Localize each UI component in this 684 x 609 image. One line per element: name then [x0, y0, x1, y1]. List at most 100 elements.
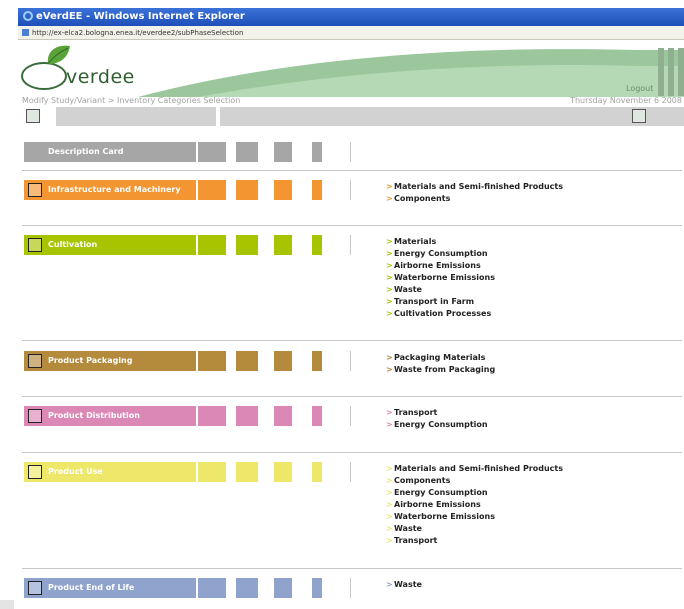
infrastructure-machinery-block-1[interactable] — [198, 180, 226, 200]
subcategory-link[interactable]: >Waste from Packaging — [386, 364, 495, 376]
product-use-block-4[interactable] — [312, 462, 322, 482]
address-url[interactable]: http://ex-elca2.bologna.enea.it/everdee2… — [32, 29, 243, 37]
subcategory-link[interactable]: >Airborne Emissions — [386, 260, 495, 272]
cultivation-label[interactable]: Cultivation — [24, 235, 196, 255]
subcategory-link[interactable]: >Waterborne Emissions — [386, 511, 563, 523]
subcategory-link[interactable]: >Transport — [386, 407, 488, 419]
product-distribution-block-1[interactable] — [198, 406, 226, 426]
cultivation-block-4[interactable] — [312, 235, 322, 255]
product-use-label[interactable]: Product Use — [24, 462, 196, 482]
product-use-items: >Materials and Semi-finished Products >Co… — [386, 463, 563, 547]
subcategory-link[interactable]: >Transport in Farm — [386, 296, 495, 308]
product-packaging-block-1[interactable] — [198, 351, 226, 371]
chevron-right-icon: > — [386, 524, 393, 533]
subcategory-link[interactable]: >Waste — [386, 284, 495, 296]
product-distribution-separator — [350, 406, 351, 426]
product-packaging-block-3[interactable] — [274, 351, 292, 371]
subcategory-link[interactable]: >Materials and Semi-finished Products — [386, 463, 563, 475]
subcategory-link[interactable]: >Materials — [386, 236, 495, 248]
chevron-right-icon: > — [386, 500, 393, 509]
product-distribution-block-4[interactable] — [312, 406, 322, 426]
infrastructure-machinery-block-3[interactable] — [274, 180, 292, 200]
subcategory-label: Waste — [394, 524, 422, 533]
subcategory-link[interactable]: >Transport — [386, 535, 563, 547]
product-use-label-text: Product Use — [48, 467, 103, 476]
chevron-right-icon: > — [386, 237, 393, 246]
description-card-separator — [350, 142, 351, 162]
address-bar[interactable]: http://ex-elca2.bologna.enea.it/everdee2… — [18, 26, 684, 40]
product-end-of-life-block-1[interactable] — [198, 578, 226, 598]
subcategory-link[interactable]: >Airborne Emissions — [386, 499, 563, 511]
product-packaging-label[interactable]: Product Packaging — [24, 351, 196, 371]
product-use-block-2[interactable] — [236, 462, 258, 482]
description-card-block-4[interactable] — [312, 142, 322, 162]
subcategory-link[interactable]: >Waste — [386, 579, 422, 591]
infrastructure-machinery-label[interactable]: Infrastructure and Machinery — [24, 180, 196, 200]
subcategory-label: Waste from Packaging — [394, 365, 496, 374]
subcategory-label: Materials and Semi-finished Products — [394, 182, 563, 191]
subcategory-link[interactable]: >Energy Consumption — [386, 248, 495, 260]
cultivation-separator — [350, 235, 351, 255]
product-use-icon — [28, 465, 42, 479]
product-distribution-label[interactable]: Product Distribution — [24, 406, 196, 426]
product-end-of-life-block-2[interactable] — [236, 578, 258, 598]
product-end-of-life-block-4[interactable] — [312, 578, 322, 598]
breadcrumb: Modify Study/Variant > Inventory Categor… — [22, 96, 241, 105]
scrollbar-corner — [0, 600, 14, 609]
chevron-right-icon: > — [386, 512, 393, 521]
subcategory-link[interactable]: >Components — [386, 475, 563, 487]
cultivation-block-3[interactable] — [274, 235, 292, 255]
description-card-block-3[interactable] — [274, 142, 292, 162]
bin-icon — [28, 581, 42, 595]
product-use-block-3[interactable] — [274, 462, 292, 482]
toolbar — [22, 107, 684, 126]
chevron-right-icon: > — [386, 273, 393, 282]
product-end-of-life-label-text: Product End of Life — [48, 583, 135, 592]
subcategory-link[interactable]: >Waste — [386, 523, 563, 535]
product-packaging-block-4[interactable] — [312, 351, 322, 371]
chevron-right-icon: > — [386, 261, 393, 270]
infrastructure-machinery-label-text: Infrastructure and Machinery — [48, 185, 181, 194]
chevron-right-icon: > — [386, 285, 393, 294]
cultivation-items: >Materials >Energy Consumption >Airborne E… — [386, 236, 495, 320]
product-packaging-block-2[interactable] — [236, 351, 258, 371]
product-end-of-life-label[interactable]: Product End of Life — [24, 578, 196, 598]
subcategory-link[interactable]: >Packaging Materials — [386, 352, 495, 364]
product-distribution-block-2[interactable] — [236, 406, 258, 426]
toolbar-bar-left — [56, 107, 216, 126]
print-button[interactable] — [632, 109, 646, 123]
product-distribution-block-3[interactable] — [274, 406, 292, 426]
subcategory-label: Transport — [394, 536, 438, 545]
subcategory-label: Energy Consumption — [394, 420, 488, 429]
subcategory-link[interactable]: >Cultivation Processes — [386, 308, 495, 320]
subcategory-label: Transport in Farm — [394, 297, 475, 306]
breadcrumb-row: Modify Study/Variant > Inventory Categor… — [22, 96, 684, 106]
section-divider — [22, 340, 682, 341]
subcategory-link[interactable]: >Materials and Semi-finished Products — [386, 181, 563, 193]
subcategory-label: Cultivation Processes — [394, 309, 492, 318]
chevron-right-icon: > — [386, 488, 393, 497]
product-end-of-life-separator — [350, 578, 351, 598]
subcategory-label: Materials — [394, 237, 437, 246]
subcategory-link[interactable]: >Energy Consumption — [386, 487, 563, 499]
product-end-of-life-block-3[interactable] — [274, 578, 292, 598]
subcategory-label: Materials and Semi-finished Products — [394, 464, 563, 473]
truck-icon — [28, 409, 42, 423]
cultivation-block-2[interactable] — [236, 235, 258, 255]
home-button[interactable] — [26, 109, 40, 123]
infrastructure-machinery-block-2[interactable] — [236, 180, 258, 200]
packaging-icon — [28, 354, 42, 368]
infrastructure-machinery-block-4[interactable] — [312, 180, 322, 200]
cultivation-label-text: Cultivation — [48, 240, 98, 249]
description-card-block-2[interactable] — [236, 142, 258, 162]
description-card-label[interactable]: Description Card — [24, 142, 196, 162]
cultivation-block-1[interactable] — [198, 235, 226, 255]
subcategory-link[interactable]: >Energy Consumption — [386, 419, 488, 431]
subcategory-link[interactable]: >Components — [386, 193, 563, 205]
chevron-right-icon: > — [386, 365, 393, 374]
description-card-block-1[interactable] — [198, 142, 226, 162]
window-title: eVerdEE - Windows Internet Explorer — [36, 11, 245, 22]
subcategory-link[interactable]: >Waterborne Emissions — [386, 272, 495, 284]
logout-link[interactable]: Logout — [626, 84, 653, 93]
product-use-block-1[interactable] — [198, 462, 226, 482]
